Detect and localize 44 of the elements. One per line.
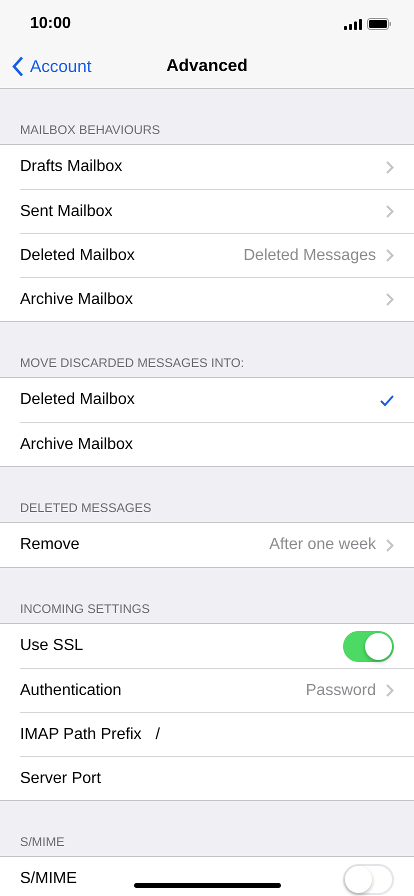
row-label: IMAP Path Prefix: [20, 726, 142, 744]
section-header: MAILBOX BEHAVIOURS: [20, 123, 160, 137]
chevron-right-icon: [386, 160, 394, 174]
settings-row[interactable]: Deleted Mailbox Deleted Messages: [20, 233, 414, 277]
row-label: Deleted Mailbox: [20, 246, 135, 264]
row-value: After one week: [269, 536, 376, 554]
status-time: 10:00: [30, 14, 71, 33]
chevron-right-icon: [386, 205, 394, 218]
chevron-right-icon: [386, 684, 394, 697]
section-header: DELETED MESSAGES: [20, 501, 152, 515]
row-label: Server Port: [20, 770, 101, 788]
toggle-switch[interactable]: [343, 630, 394, 662]
signal-icon: [344, 18, 362, 30]
section-header: INCOMING SETTINGS: [20, 602, 150, 616]
row-label: Use SSL: [20, 637, 84, 655]
row-label: S/MIME: [20, 870, 77, 888]
toggle-switch[interactable]: [343, 864, 394, 894]
settings-row[interactable]: Archive Mailbox: [20, 277, 414, 321]
row-label: Archive Mailbox: [20, 290, 133, 308]
row-label: Sent Mailbox: [20, 202, 112, 220]
option-row[interactable]: Deleted Mailbox: [20, 378, 414, 422]
section-header: S/MIME: [20, 835, 64, 849]
section-header: MOVE DISCARDED MESSAGES INTO:: [20, 356, 244, 370]
back-button[interactable]: Account: [10, 54, 94, 79]
chevron-right-icon: [386, 249, 394, 262]
settings-row[interactable]: Remove After one week: [20, 523, 414, 567]
row-value: Password: [306, 682, 376, 700]
chevron-right-icon: [386, 538, 394, 552]
row-value: Deleted Messages: [243, 246, 376, 264]
row-label: Remove: [20, 536, 80, 554]
input-field[interactable]: /: [156, 726, 160, 744]
row-label: Drafts Mailbox: [20, 158, 122, 176]
settings-row[interactable]: Sent Mailbox: [20, 189, 414, 233]
screen-title: Advanced: [166, 56, 248, 76]
checkmark-icon: [380, 394, 394, 406]
back-chevron-icon: [12, 56, 24, 77]
row-label: Archive Mailbox: [20, 436, 133, 454]
chevron-right-icon: [386, 293, 394, 306]
settings-row[interactable]: Authentication Password: [20, 668, 414, 712]
settings-row[interactable]: Drafts Mailbox: [20, 145, 414, 189]
option-row[interactable]: Archive Mailbox: [20, 422, 414, 466]
row-label: Authentication: [20, 682, 122, 700]
battery-icon: [367, 18, 392, 30]
row-label: Deleted Mailbox: [20, 391, 135, 409]
